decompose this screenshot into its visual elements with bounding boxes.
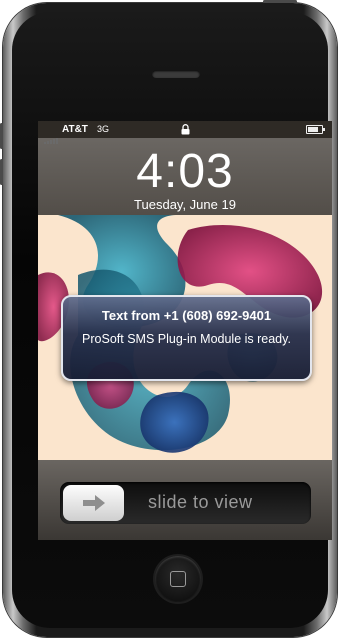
network-type: 3G: [97, 124, 110, 134]
slide-to-view-label: slide to view: [148, 492, 253, 512]
slider-knob[interactable]: [63, 485, 124, 521]
notification-title: Text from +1 (608) 692-9401: [101, 308, 272, 323]
volume-button[interactable]: [0, 159, 3, 185]
lock-date: Tuesday, June 19: [134, 197, 236, 212]
notification-message: ProSoft SMS Plug-in Module is ready.: [82, 332, 291, 346]
home-button[interactable]: [155, 556, 201, 602]
clock-panel: 4:03 Tuesday, June 19: [38, 138, 332, 215]
sleep-button[interactable]: [263, 0, 297, 3]
status-bar: AT&T 3G: [38, 121, 332, 144]
volume-button[interactable]: [0, 123, 3, 149]
lock-time: 4:03: [136, 145, 234, 198]
battery-fill: [308, 127, 319, 132]
home-icon: [170, 571, 186, 587]
unlock-panel: slide to view: [38, 460, 332, 540]
iphone-device: AT&T 3G 4:03 Tuesday, June 19 Text from …: [0, 0, 337, 637]
arrow-right-icon: [83, 495, 105, 511]
carrier-name: AT&T: [62, 124, 88, 135]
earpiece-speaker: [152, 70, 200, 78]
sms-notification[interactable]: Text from +1 (608) 692-9401 ProSoft SMS …: [61, 295, 312, 381]
battery-icon: [306, 125, 325, 134]
lock-screen: AT&T 3G 4:03 Tuesday, June 19 Text from …: [38, 121, 332, 540]
slide-to-view-track[interactable]: slide to view: [60, 482, 311, 524]
